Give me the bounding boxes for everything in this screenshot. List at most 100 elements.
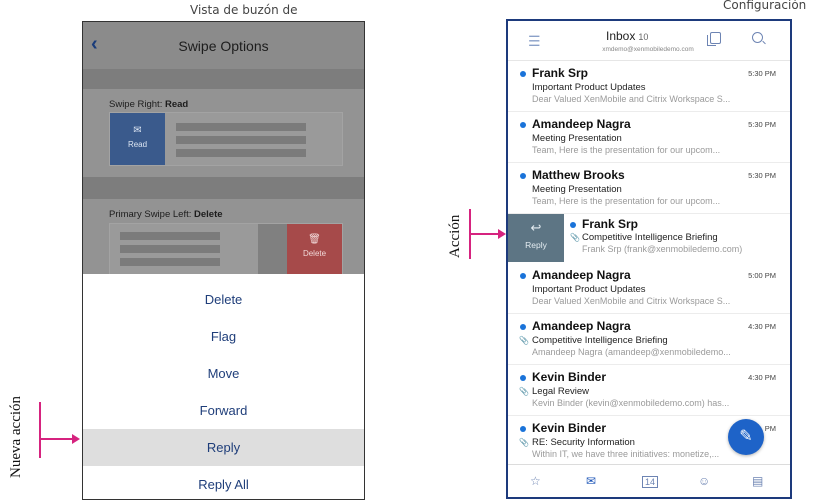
envelope-open-icon: ✉ — [133, 125, 142, 136]
sheet-item-reply-all[interactable]: Reply All — [83, 466, 364, 499]
reply-arrow-icon: ↩ — [530, 220, 542, 235]
nav-bar: ‹ Swipe Options — [83, 22, 364, 69]
mail-subject: Important Product Updates — [532, 284, 646, 295]
unread-dot-icon — [520, 273, 526, 279]
mail-time: 5:30 PM — [748, 69, 776, 78]
unread-dot-icon — [520, 426, 526, 432]
mail-sender: Frank Srp — [582, 217, 639, 231]
conversation-view-icon[interactable] — [707, 32, 721, 46]
section-separator — [83, 69, 364, 89]
inbox-title-text: Inbox — [606, 29, 636, 43]
mail-time: PM — [764, 424, 776, 433]
delete-action: 🗑 Delete — [287, 224, 342, 274]
unread-dot-icon — [520, 173, 526, 179]
mail-preview: Team, Here is the presentation for our u… — [532, 196, 721, 206]
swipe-right-label: Swipe Right: Read — [109, 99, 188, 110]
mail-subject: Legal Review — [532, 386, 590, 397]
mail-item[interactable]: Kevin Binder 4:30 PM 📎 Legal Review Kevi… — [508, 365, 790, 416]
unread-dot-icon — [520, 375, 526, 381]
reply-swipe-action[interactable]: ↩ Reply — [508, 214, 564, 262]
placeholder-line — [120, 232, 220, 240]
bottom-tab-bar: ☆ ✉ 14 ☺ ▤ — [508, 464, 790, 497]
trash-icon: 🗑 — [308, 234, 321, 245]
delete-action-label: Delete — [302, 249, 327, 258]
mail-sender: Kevin Binder — [532, 421, 607, 435]
mail-item[interactable]: Amandeep Nagra 4:30 PM 📎 Competitive Int… — [508, 314, 790, 365]
swipe-right-value[interactable]: Read — [165, 99, 188, 110]
action-label: Acción — [447, 214, 463, 258]
mail-item[interactable]: Frank Srp 5:30 PM Important Product Upda… — [508, 61, 790, 112]
read-action: ✉ Read — [110, 113, 165, 165]
account-email: xmdemo@xenmobiledemo.com — [602, 46, 694, 53]
action-arrow-icon — [469, 209, 506, 259]
placeholder-line — [176, 123, 306, 131]
primary-swipe-left-label: Primary Swipe Left: Delete — [109, 209, 223, 220]
mail-subject: RE: Security Information — [532, 437, 635, 448]
action-sheet: Delete Flag Move Forward Reply Reply All — [83, 274, 364, 499]
mail-subject: Competitive Intelligence Briefing — [532, 335, 668, 346]
inbox-screen: ☰ Inbox 10 xmdemo@xenmobiledemo.com Frank… — [506, 19, 792, 499]
mail-sender: Amandeep Nagra — [532, 319, 631, 333]
placeholder-line — [120, 258, 220, 266]
swiped-mail-item[interactable]: Frank Srp 📎 Competitive Intelligence Bri… — [564, 214, 790, 262]
sheet-item-move[interactable]: Move — [83, 355, 364, 392]
sheet-item-flag[interactable]: Flag — [83, 318, 364, 355]
mail-item[interactable]: Matthew Brooks 5:30 PM Meeting Presentat… — [508, 163, 790, 214]
mail-subject: Important Product Updates — [532, 82, 646, 93]
favorites-icon[interactable]: ☆ — [530, 474, 541, 488]
mail-icon[interactable]: ✉ — [586, 474, 596, 488]
mail-item[interactable]: Amandeep Nagra 5:30 PM Meeting Presentat… — [508, 112, 790, 163]
sheet-item-reply[interactable]: Reply — [83, 429, 364, 466]
calendar-icon[interactable]: 14 — [642, 476, 659, 488]
read-action-label: Read — [127, 140, 148, 149]
reply-swipe-label: Reply — [525, 240, 547, 250]
sheet-item-delete[interactable]: Delete — [83, 281, 364, 318]
paperclip-icon: 📎 — [570, 233, 580, 242]
placeholder-line — [176, 149, 306, 157]
mail-subject: Meeting Presentation — [532, 184, 622, 195]
caption-right: Configuración — [723, 0, 807, 12]
inbox-title: Inbox 10 — [606, 29, 648, 43]
mail-preview: Team, Here is the presentation for our u… — [532, 145, 721, 155]
unread-count: 10 — [638, 32, 649, 42]
hamburger-menu-icon[interactable]: ☰ — [528, 33, 541, 50]
unread-dot-icon — [570, 222, 576, 228]
notes-icon[interactable]: ▤ — [752, 474, 763, 488]
mail-sender: Amandeep Nagra — [532, 268, 631, 282]
placeholder-line — [176, 136, 306, 144]
mail-time: 4:30 PM — [748, 322, 776, 331]
mail-item[interactable]: Amandeep Nagra 5:00 PM Important Product… — [508, 263, 790, 314]
unread-dot-icon — [520, 122, 526, 128]
mail-time: 5:30 PM — [748, 171, 776, 180]
mail-preview: Dear Valued XenMobile and Citrix Workspa… — [532, 296, 731, 306]
mail-preview: Kevin Binder (kevin@xenmobiledemo.com) h… — [532, 398, 730, 408]
section-separator — [83, 177, 364, 199]
sheet-item-forward[interactable]: Forward — [83, 392, 364, 429]
primary-swipe-left-value[interactable]: Delete — [194, 209, 223, 220]
swipe-left-preview[interactable]: 🗑 Delete — [109, 223, 343, 274]
unread-dot-icon — [520, 324, 526, 330]
mail-sender: Amandeep Nagra — [532, 117, 631, 131]
paperclip-icon: 📎 — [519, 336, 529, 345]
new-action-arrow-icon — [39, 402, 80, 458]
contacts-icon[interactable]: ☺ — [698, 474, 710, 488]
placeholder-line — [120, 245, 220, 253]
mail-time: 4:30 PM — [748, 373, 776, 382]
caption-left: Vista de buzón de — [190, 3, 298, 17]
mail-preview: Dear Valued XenMobile and Citrix Workspa… — [532, 94, 731, 104]
compose-pencil-icon[interactable]: ✎ — [728, 419, 764, 455]
mail-sender: Kevin Binder — [532, 370, 607, 384]
page-title: Swipe Options — [178, 38, 269, 54]
mail-subject: Competitive Intelligence Briefing — [582, 232, 718, 243]
search-icon[interactable] — [752, 32, 763, 43]
paperclip-icon: 📎 — [519, 438, 529, 447]
mail-time: 5:00 PM — [748, 271, 776, 280]
mail-sender: Frank Srp — [532, 66, 589, 80]
mail-subject: Meeting Presentation — [532, 133, 622, 144]
swipe-right-preview[interactable]: ✉ Read — [109, 112, 343, 166]
swipe-right-label-text: Swipe Right: — [109, 99, 163, 110]
mail-sender: Matthew Brooks — [532, 168, 625, 182]
mail-preview: Amandeep Nagra (amandeep@xenmobiledemo..… — [532, 347, 731, 357]
paperclip-icon: 📎 — [519, 387, 529, 396]
swipe-options-screen: ‹ Swipe Options Swipe Right: Read ✉ Read… — [82, 21, 365, 500]
